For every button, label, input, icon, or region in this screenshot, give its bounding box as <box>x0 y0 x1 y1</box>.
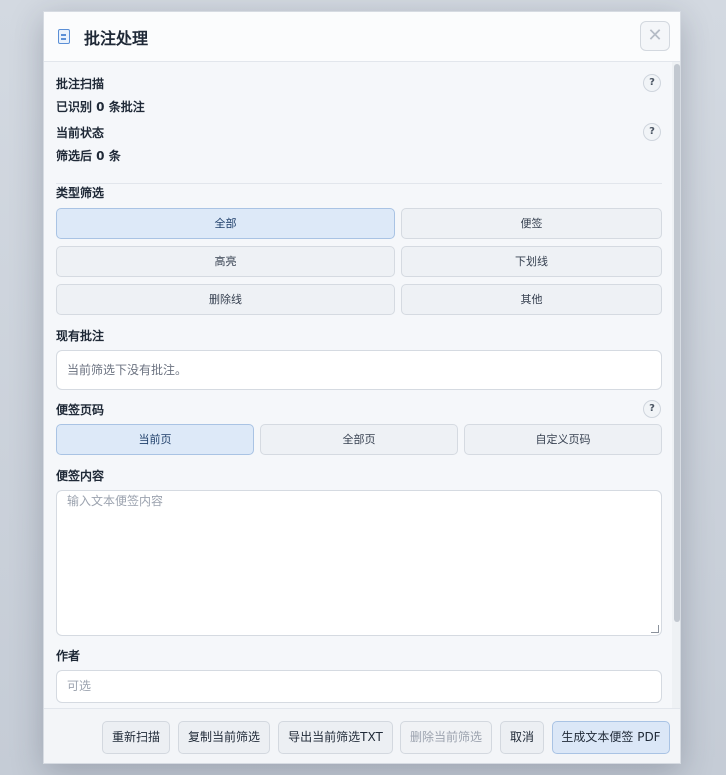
author-label: 作者 <box>56 649 81 663</box>
dialog-body: 批注扫描 ? 已识别 0 条批注 当前状态 ? 筛选后 0 条 类型筛选 全部 … <box>44 62 672 708</box>
filter-highlight-button[interactable]: 高亮 <box>56 246 395 277</box>
scan-label: 批注扫描 <box>56 77 105 91</box>
dialog-header: 批注处理 ✕ <box>44 12 680 62</box>
copy-filtered-button[interactable]: 复制当前筛选 <box>178 721 270 754</box>
note-page-help-icon[interactable]: ? <box>643 400 661 418</box>
page-current-button[interactable]: 当前页 <box>56 424 254 455</box>
status-value: 筛选后 0 条 <box>56 149 121 163</box>
existing-annotations-label: 现有批注 <box>56 329 105 343</box>
filter-strikeout-button[interactable]: 删除线 <box>56 284 395 315</box>
author-input[interactable]: 可选 <box>56 670 662 703</box>
scan-help-icon[interactable]: ? <box>643 74 661 92</box>
create-note-pdf-button[interactable]: 生成文本便签 PDF <box>552 721 670 754</box>
scan-value: 已识别 0 条批注 <box>56 100 145 114</box>
status-help-icon[interactable]: ? <box>643 123 661 141</box>
filter-note-button[interactable]: 便签 <box>401 208 662 239</box>
vertical-scrollbar[interactable] <box>672 62 680 708</box>
delete-filtered-button[interactable]: 删除当前筛选 <box>400 721 492 754</box>
page-custom-button[interactable]: 自定义页码 <box>464 424 662 455</box>
note-page-label: 便签页码 <box>56 403 105 417</box>
filter-all-button[interactable]: 全部 <box>56 208 395 239</box>
note-content-placeholder: 输入文本便签内容 <box>67 494 164 508</box>
author-placeholder: 可选 <box>67 679 92 693</box>
note-content-textarea[interactable]: 输入文本便签内容 <box>56 490 662 636</box>
export-txt-button[interactable]: 导出当前筛选TXT <box>278 721 393 754</box>
existing-annotations-list: 当前筛选下没有批注。 <box>56 350 662 390</box>
filter-underline-button[interactable]: 下划线 <box>401 246 662 277</box>
scrollbar-thumb[interactable] <box>674 64 680 622</box>
type-filter-label: 类型筛选 <box>56 186 105 200</box>
dialog-footer: 重新扫描 复制当前筛选 导出当前筛选TXT 删除当前筛选 取消 生成文本便签 P… <box>44 708 680 763</box>
section-divider <box>56 183 662 184</box>
empty-list-message: 当前筛选下没有批注。 <box>67 363 188 377</box>
document-icon <box>58 29 70 44</box>
page-all-button[interactable]: 全部页 <box>260 424 458 455</box>
status-label: 当前状态 <box>56 126 105 140</box>
annotation-dialog: 批注处理 ✕ 批注扫描 ? 已识别 0 条批注 当前状态 ? 筛选后 0 条 类… <box>43 11 681 764</box>
filter-other-button[interactable]: 其他 <box>401 284 662 315</box>
note-content-label: 便签内容 <box>56 469 105 483</box>
resize-grip-icon[interactable] <box>651 625 659 633</box>
cancel-button[interactable]: 取消 <box>500 721 544 754</box>
close-button[interactable]: ✕ <box>640 21 670 51</box>
dialog-title: 批注处理 <box>84 29 149 48</box>
rescan-button[interactable]: 重新扫描 <box>102 721 170 754</box>
